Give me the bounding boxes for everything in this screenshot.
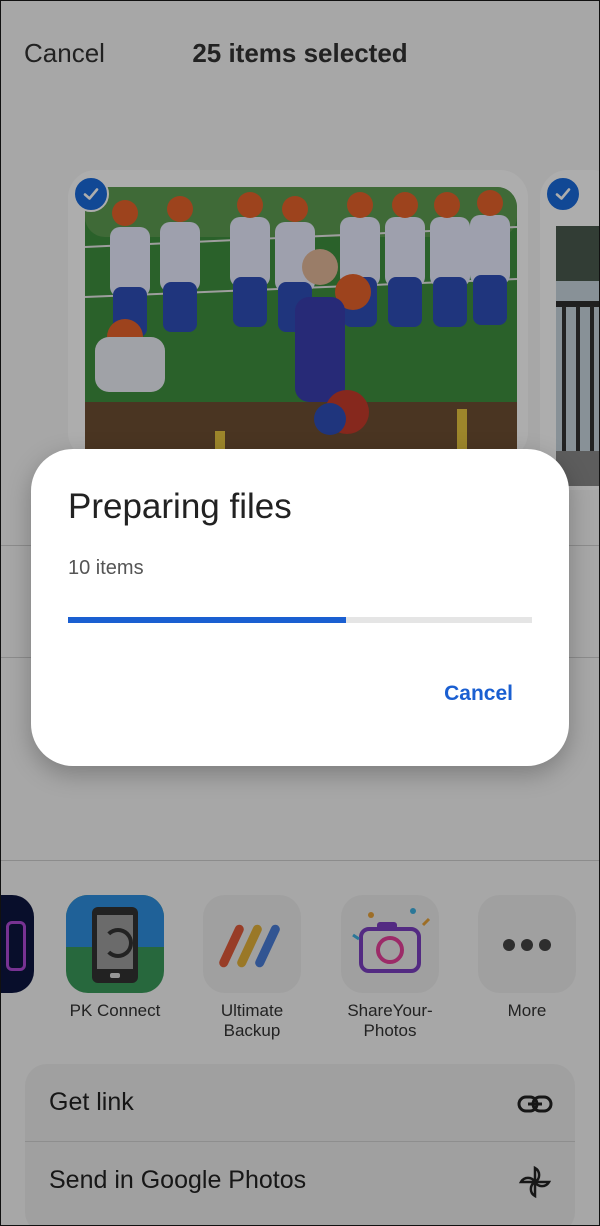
dialog-cancel-button[interactable]: Cancel <box>444 682 513 706</box>
preparing-files-dialog: Preparing files 10 items Cancel <box>31 449 569 766</box>
progress-fill <box>68 617 347 623</box>
dialog-subtitle: 10 items <box>68 557 144 579</box>
dialog-title: Preparing files <box>68 487 292 526</box>
share-screen: Cancel 25 items selected PK Connect Ulti… <box>0 0 600 1226</box>
progress-bar <box>68 617 532 623</box>
